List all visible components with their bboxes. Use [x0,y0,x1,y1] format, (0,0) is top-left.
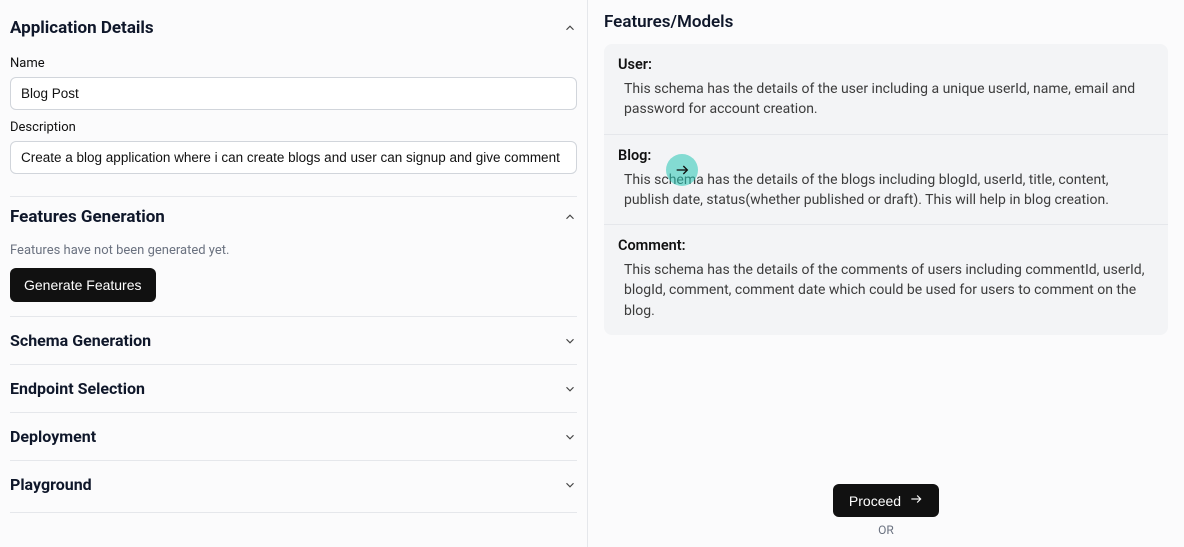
arrow-right-icon [909,492,923,509]
application-details-title: Application Details [10,18,154,38]
section-endpoint-selection[interactable]: Endpoint Selection [10,365,577,412]
chevron-down-icon [563,334,577,348]
endpoint-selection-title: Endpoint Selection [10,379,145,398]
model-name: Blog: [618,147,1154,164]
name-label: Name [10,56,577,71]
chevron-down-icon [563,382,577,396]
description-input[interactable] [10,141,577,174]
or-separator: OR [588,523,1184,537]
chevron-down-icon [563,478,577,492]
section-features-generation[interactable]: Features Generation [10,197,577,235]
right-panel: Features/Models User: This schema has th… [588,0,1184,547]
model-description: This schema has the details of the blogs… [618,170,1154,211]
proceed-label: Proceed [849,493,901,509]
playground-title: Playground [10,475,92,494]
features-help-text: Features have not been generated yet. [10,243,577,258]
proceed-button[interactable]: Proceed [833,484,939,517]
name-input[interactable] [10,77,577,110]
generate-features-button[interactable]: Generate Features [10,268,156,302]
model-name: Comment: [618,237,1154,254]
model-description: This schema has the details of the user … [618,79,1154,120]
models-list: User: This schema has the details of the… [604,44,1168,335]
chevron-up-icon [563,21,577,35]
deployment-title: Deployment [10,427,96,446]
model-description: This schema has the details of the comme… [618,260,1154,321]
divider [10,512,577,513]
features-models-title: Features/Models [604,12,1168,32]
features-generation-title: Features Generation [10,207,165,227]
description-label: Description [10,120,577,135]
model-name: User: [618,56,1154,73]
model-row-comment: Comment: This schema has the details of … [604,225,1168,335]
chevron-down-icon [563,430,577,444]
generate-features-label: Generate Features [24,277,142,293]
section-schema-generation[interactable]: Schema Generation [10,317,577,364]
model-row-blog: Blog: This schema has the details of the… [604,135,1168,226]
chevron-up-icon [563,210,577,224]
section-application-details[interactable]: Application Details [10,8,577,46]
section-deployment[interactable]: Deployment [10,413,577,460]
left-panel: Application Details Name Description Fea… [0,0,588,547]
section-playground[interactable]: Playground [10,461,577,508]
model-row-user: User: This schema has the details of the… [604,44,1168,135]
schema-generation-title: Schema Generation [10,331,151,350]
right-footer: Proceed OR [588,476,1184,547]
